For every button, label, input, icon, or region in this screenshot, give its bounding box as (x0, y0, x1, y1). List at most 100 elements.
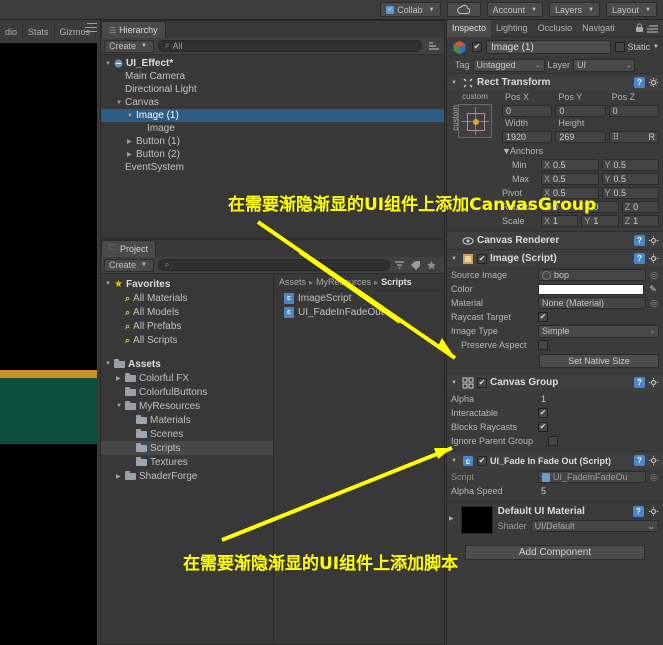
scale-y-input[interactable]: Y 1 (581, 215, 619, 227)
rotation-z-input[interactable]: Z 0 (621, 201, 659, 213)
collapsed-arrow-icon[interactable]: ▶ (116, 375, 125, 382)
raycast-target-checkbox[interactable] (538, 312, 548, 322)
breadcrumb-segment[interactable]: Assets (279, 277, 306, 287)
static-toggle[interactable]: Static ▼ (614, 42, 659, 52)
fade-script-header[interactable]: ▼ c UI_Fade In Fade Out (Script) ? (447, 452, 663, 469)
lock-icon[interactable] (635, 23, 644, 33)
interactable-checkbox[interactable] (538, 408, 548, 418)
project-tree-item-all-models[interactable]: ⌕ All Models (101, 305, 273, 319)
layout-button[interactable]: Layout ▼ (606, 2, 657, 17)
hierarchy-sort-icon[interactable] (426, 40, 441, 53)
static-checkbox[interactable] (614, 42, 625, 52)
tab-project[interactable]: 🗀 Project (101, 240, 157, 257)
help-icon[interactable]: ? (634, 77, 645, 88)
project-tree-item-myresources[interactable]: ▼ MyResources (101, 399, 273, 413)
project-tree-item-colorful-fx[interactable]: ▶ Colorful FX (101, 371, 273, 385)
anchor-min-y-input[interactable]: Y 0.5 (601, 159, 659, 171)
hierarchy-item-button-2[interactable]: ▶ Button (2) (101, 148, 444, 161)
expanded-arrow-icon[interactable]: ▼ (116, 100, 125, 106)
project-tree-item-scripts[interactable]: Scripts (101, 441, 273, 455)
help-icon[interactable]: ? (633, 506, 644, 517)
layer-dropdown[interactable]: UI ⌄ (573, 58, 636, 72)
project-create-button[interactable]: Create ▼ (104, 258, 154, 272)
project-tree-item-colorfulbuttons[interactable]: ColorfulButtons (101, 385, 273, 399)
object-picker-icon[interactable]: ◎ (649, 298, 659, 309)
gameobject-enabled-checkbox[interactable] (472, 42, 482, 52)
star-filter-icon[interactable] (426, 260, 437, 270)
add-component-button[interactable]: Add Component (465, 545, 645, 560)
gear-icon[interactable] (648, 77, 659, 88)
expanded-arrow-icon[interactable]: ▼ (105, 61, 114, 67)
help-icon[interactable]: ? (634, 377, 645, 388)
asset-item[interactable]: c ImageScript (274, 291, 444, 305)
pos-y-input[interactable]: 0 (555, 105, 606, 117)
alpha-input[interactable]: 1 (538, 393, 659, 405)
material-input[interactable]: None (Material) (538, 297, 646, 309)
cloud-button[interactable] (446, 2, 481, 17)
eyedropper-icon[interactable]: ✎ (647, 284, 659, 295)
pos-x-input[interactable]: 0 (502, 105, 553, 117)
project-tree-item-shaderforge[interactable]: ▶ ShaderForge (101, 469, 273, 483)
gear-icon[interactable] (648, 377, 659, 388)
hierarchy-item-directional-light[interactable]: Directional Light (101, 83, 444, 96)
canvas-group-enabled-checkbox[interactable] (477, 377, 487, 388)
blocks-raycasts-checkbox[interactable] (538, 422, 548, 432)
panel-menu-icon[interactable] (647, 24, 659, 33)
inspector-tab-lighting[interactable]: Lighting (491, 20, 533, 37)
expanded-arrow-icon[interactable]: ▼ (116, 403, 125, 409)
pos-z-input[interactable]: 0 (608, 105, 659, 117)
label-icon[interactable] (410, 260, 421, 270)
account-button[interactable]: Account ▼ (486, 2, 544, 17)
hierarchy-item-button-1[interactable]: ▶ Button (1) (101, 135, 444, 148)
project-tree-item-all-materials[interactable]: ⌕ All Materials (101, 291, 273, 305)
expanded-arrow-icon[interactable]: ▼ (105, 361, 114, 367)
height-input[interactable]: 269 (555, 131, 606, 143)
rect-transform-header[interactable]: ▼ Rect Transform ? (447, 74, 663, 91)
hierarchy-item-image[interactable]: Image (101, 122, 444, 135)
scale-x-input[interactable]: X 1 (541, 215, 579, 227)
hierarchy-item-image-1[interactable]: ▼ Image (1) (101, 109, 444, 122)
anchor-max-y-input[interactable]: Y 0.5 (601, 173, 659, 185)
hierarchy-item-eventsystem[interactable]: EventSystem (101, 161, 444, 174)
alpha-speed-input[interactable]: 5 (538, 485, 659, 497)
panel-menu-icon[interactable] (85, 23, 97, 32)
hierarchy-item-ui-effect[interactable]: ▼ UI_Effect* (101, 57, 444, 70)
tab-hierarchy[interactable]: ☰ Hierarchy (101, 21, 166, 38)
chevron-down-icon[interactable]: ▼ (653, 44, 659, 50)
tag-dropdown[interactable]: Untagged ⌄ (472, 58, 545, 72)
anchor-min-x-input[interactable]: X 0.5 (541, 159, 599, 171)
collapse-arrow-icon[interactable]: ▼ (451, 256, 459, 262)
width-input[interactable]: 1920 (502, 131, 553, 143)
hierarchy-create-button[interactable]: Create ▼ (104, 39, 154, 53)
gear-icon[interactable] (648, 253, 659, 264)
pivot-y-input[interactable]: Y 0.5 (601, 187, 659, 199)
collapse-arrow-icon[interactable]: ▼ (451, 380, 459, 386)
collab-button[interactable]: ✓ Collab ▼ (380, 2, 441, 17)
scale-z-input[interactable]: Z 1 (621, 215, 659, 227)
ignore-parent-group-checkbox[interactable] (548, 436, 558, 446)
gear-icon[interactable] (648, 455, 659, 466)
canvas-renderer-header[interactable]: Canvas Renderer ? (447, 232, 663, 249)
collapse-arrow-icon[interactable]: ▼ (451, 80, 459, 86)
help-icon[interactable]: ? (634, 253, 645, 264)
inspector-tab-navigati[interactable]: Navigati (577, 20, 620, 37)
expanded-arrow-icon[interactable]: ▼ (105, 281, 114, 287)
project-tree-item-textures[interactable]: Textures (101, 455, 273, 469)
image-script-header[interactable]: ▼ Image (Script) ? (447, 250, 663, 267)
collapsed-arrow-icon[interactable]: ▶ (127, 138, 136, 145)
hierarchy-item-main-camera[interactable]: Main Camera (101, 70, 444, 83)
asset-item[interactable]: c UI_FadeInFadeOut (274, 305, 444, 319)
expand-arrow-icon[interactable]: ▶ (449, 515, 454, 522)
project-tree-item-all-prefabs[interactable]: ⌕ All Prefabs (101, 319, 273, 333)
gear-icon[interactable] (648, 235, 659, 246)
anchor-preset-box[interactable] (458, 104, 492, 138)
image-type-dropdown[interactable]: Simple ⌄ (538, 324, 659, 338)
project-tree-item-scenes[interactable]: Scenes (101, 427, 273, 441)
collapsed-arrow-icon[interactable]: ▶ (127, 151, 136, 158)
help-icon[interactable]: ? (634, 235, 645, 246)
project-tree-item-favorites[interactable]: ▼ ★ Favorites (101, 277, 273, 291)
hierarchy-search-input[interactable]: ⌕ All (157, 40, 422, 52)
gear-icon[interactable] (648, 506, 659, 517)
help-icon[interactable]: ? (634, 455, 645, 466)
collapsed-arrow-icon[interactable]: ▶ (116, 473, 125, 480)
